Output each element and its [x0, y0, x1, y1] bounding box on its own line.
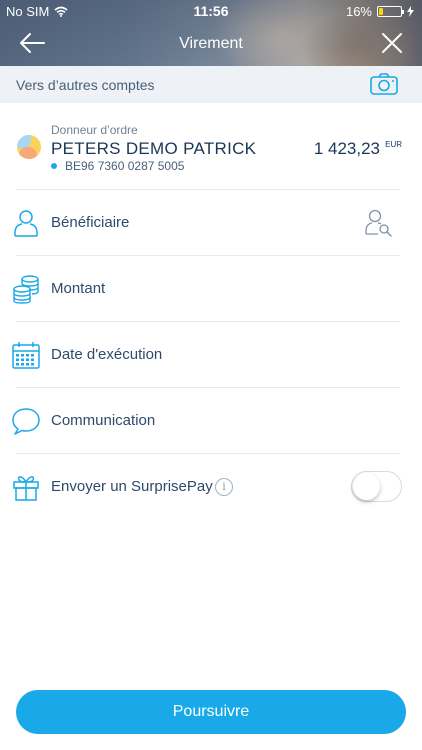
transfer-type-bar[interactable]: Vers d’autres comptes: [0, 66, 422, 103]
continue-button[interactable]: Poursuivre: [16, 690, 406, 734]
status-bar: No SIM 11:56 16%: [0, 0, 422, 22]
nav-bar: Virement: [0, 22, 422, 66]
payer-name: PETERS DEMO PATRICK: [51, 139, 257, 158]
amount-label: Montant: [51, 280, 106, 297]
gift-icon: [13, 476, 39, 501]
beneficiary-label: Bénéficiaire: [51, 214, 130, 231]
search-person-icon[interactable]: [364, 208, 392, 238]
surprisepay-label: Envoyer un SurprisePay: [51, 478, 213, 495]
page-title: Virement: [179, 35, 243, 52]
coins-icon: [13, 275, 39, 304]
amount-row[interactable]: Montant: [0, 256, 422, 322]
account-balance: 1 423,23: [313, 139, 380, 158]
close-icon[interactable]: [380, 31, 404, 55]
payer-account[interactable]: Donneur d’ordre PETERS DEMO PATRICK BE96…: [0, 103, 422, 190]
surprisepay-toggle[interactable]: [351, 471, 402, 502]
battery-percent: 16%: [345, 4, 372, 19]
account-avatar: [17, 135, 41, 159]
info-icon[interactable]: i: [215, 478, 233, 496]
execution-date-label: Date d'exécution: [51, 346, 163, 363]
payer-iban: BE96 7360 0287 5005: [51, 159, 184, 173]
transfer-type-label: Vers d’autres comptes: [16, 77, 155, 93]
battery-icon: [377, 6, 404, 17]
beneficiary-row[interactable]: Bénéficiaire: [0, 190, 422, 256]
charging-icon: [407, 6, 414, 17]
payer-label: Donneur d’ordre: [51, 123, 138, 137]
account-currency: EUR: [385, 140, 402, 149]
calendar-icon: [12, 342, 40, 369]
iban-text: BE96 7360 0287 5005: [65, 159, 185, 173]
camera-icon[interactable]: [370, 72, 398, 96]
surprisepay-row: Envoyer un SurprisePay i: [0, 454, 422, 520]
communication-label: Communication: [51, 412, 156, 429]
account-dot-icon: [51, 163, 57, 169]
speech-bubble-icon: [12, 408, 40, 435]
execution-date-row[interactable]: Date d'exécution: [0, 322, 422, 388]
toggle-knob: [353, 473, 380, 500]
person-icon: [14, 210, 38, 237]
communication-row[interactable]: Communication: [0, 388, 422, 454]
